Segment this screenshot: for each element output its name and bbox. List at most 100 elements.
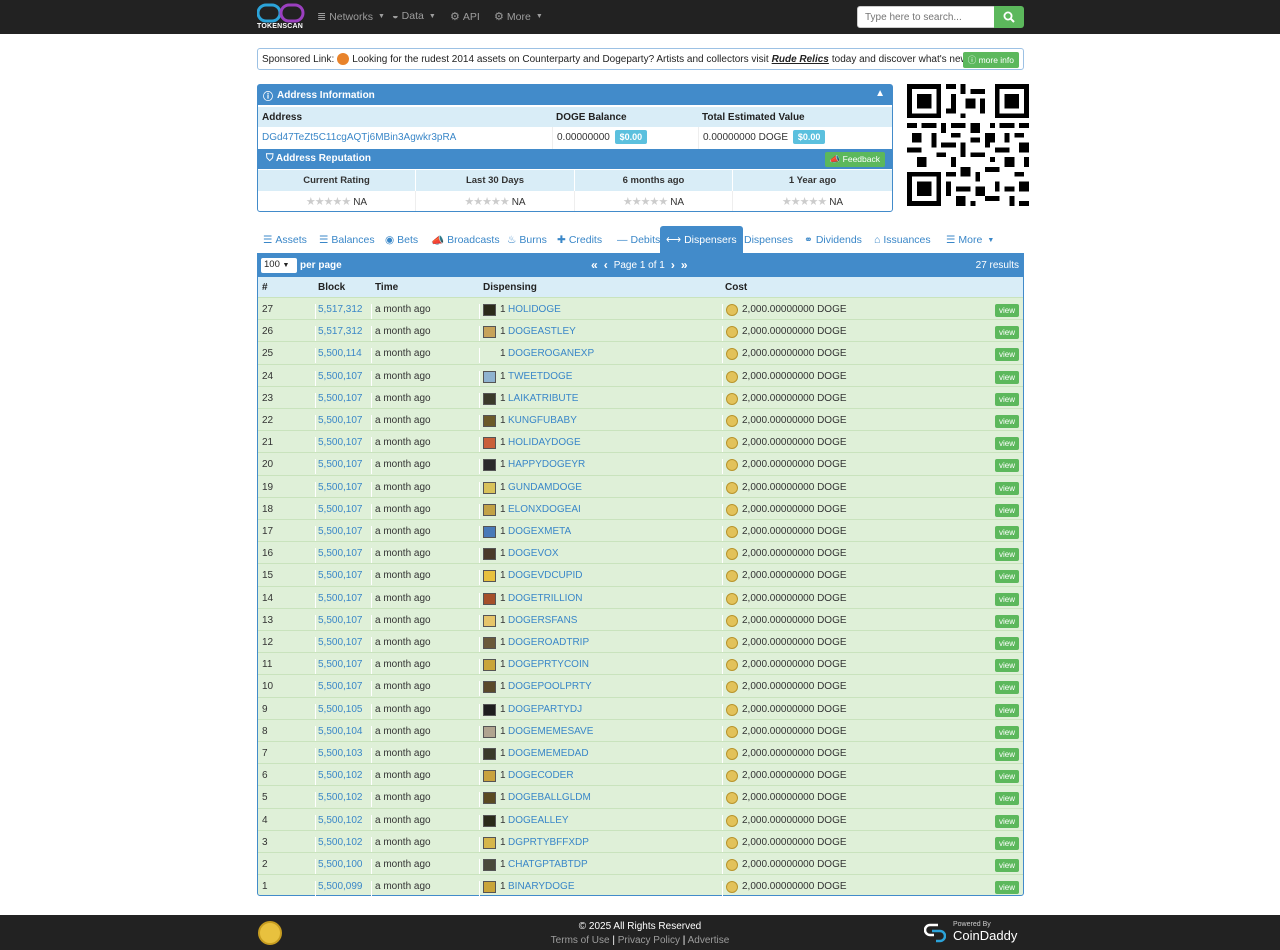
view-button[interactable]: view [994,304,1019,317]
address-link[interactable]: DGd47TeZt5C11cgAQTj6MBin3Agwkr3pRA [262,132,456,143]
block-link[interactable]: 5,500,107 [318,504,363,515]
asset-link[interactable]: DOGERSFANS [508,615,577,626]
asset-link[interactable]: DOGEPRTYCOIN [508,659,589,670]
view-button[interactable]: view [994,859,1019,872]
block-link[interactable]: 5,500,107 [318,615,363,626]
view-button[interactable]: view [994,548,1019,562]
block-link[interactable]: 5,500,107 [318,459,363,470]
chevron-up-icon[interactable]: ▲ [875,88,885,99]
block-link[interactable]: 5,500,107 [318,526,363,537]
feedback-button[interactable]: 📣 Feedback [824,152,885,167]
view-button[interactable]: view [994,814,1019,828]
first-page-icon[interactable]: « [591,258,598,272]
asset-link[interactable]: DOGEMEMESAVE [508,726,593,737]
nav-more[interactable]: ⚙ More ▼ [494,10,543,24]
asset-link[interactable]: TWEETDOGE [508,371,572,382]
block-link[interactable]: 5,500,104 [318,726,363,737]
view-button[interactable]: view [994,703,1019,717]
block-link[interactable]: 5,500,107 [318,437,363,448]
asset-link[interactable]: DOGEASTLEY [508,326,576,337]
view-button[interactable]: view [994,614,1019,628]
asset-link[interactable]: DOGEVOX [508,548,559,559]
block-link[interactable]: 5,500,107 [318,415,363,426]
view-button[interactable]: view [994,836,1019,850]
view-button[interactable]: view [994,459,1019,473]
asset-link[interactable]: GUNDAMDOGE [508,482,582,493]
view-button[interactable]: view [994,481,1019,495]
tab-balances[interactable]: ☰ Balances [313,226,381,254]
last-page-icon[interactable]: » [681,258,688,272]
block-link[interactable]: 5,500,107 [318,482,363,493]
nav-api[interactable]: ⚙ API [450,10,480,24]
prev-page-icon[interactable]: ‹ [604,258,608,272]
tab-bets[interactable]: ◉ Bets [379,226,424,254]
asset-link[interactable]: KUNGFUBABY [508,415,577,426]
asset-link[interactable]: LAIKATRIBUTE [508,393,578,404]
block-link[interactable]: 5,500,107 [318,371,363,382]
next-page-icon[interactable]: › [671,258,675,272]
tab-burns[interactable]: ♨ Burns [501,226,553,254]
tab-credits[interactable]: ✚ Credits [551,226,608,254]
block-link[interactable]: 5,500,102 [318,770,363,781]
view-button[interactable]: view [994,437,1019,451]
asset-link[interactable]: DOGECODER [508,770,574,781]
block-link[interactable]: 5,500,102 [318,837,363,848]
asset-link[interactable]: DOGEXMETA [508,526,571,537]
view-button[interactable]: view [994,326,1019,340]
search-button[interactable] [994,6,1024,28]
block-link[interactable]: 5,500,099 [318,881,363,892]
view-button[interactable]: view [994,725,1019,739]
view-button[interactable]: view [994,592,1019,606]
block-link[interactable]: 5,500,107 [318,681,363,692]
nav-networks[interactable]: ≣ Networks ▼ [317,10,385,24]
view-button[interactable]: view [994,370,1019,384]
view-button[interactable]: view [994,792,1019,806]
more-info-button[interactable]: ⓘ more info [962,52,1019,68]
block-link[interactable]: 5,500,107 [318,570,363,581]
asset-link[interactable]: DOGEMEMEDAD [508,748,589,759]
block-link[interactable]: 5,500,105 [318,704,363,715]
sponsor-link[interactable]: Rude Relics [772,54,829,65]
block-link[interactable]: 5,500,107 [318,637,363,648]
view-button[interactable]: view [994,415,1019,428]
asset-link[interactable]: DOGEPOOLPRTY [508,681,592,692]
asset-link[interactable]: CHATGPTABTDP [508,859,588,870]
block-link[interactable]: 5,500,114 [318,348,362,359]
tab-dividends[interactable]: ⚭ Dividends [798,226,868,254]
view-button[interactable]: view [994,881,1019,895]
tab-assets[interactable]: ☰ Assets [257,226,313,254]
dogeparty-logo-icon[interactable] [258,921,282,945]
search-input[interactable] [857,6,995,28]
block-link[interactable]: 5,500,100 [318,859,363,870]
tab-dispensers[interactable]: ⟷ Dispensers [660,226,743,254]
asset-link[interactable]: DOGEPARTYDJ [508,704,582,715]
view-button[interactable]: view [994,392,1019,406]
tab-dispenses[interactable]: Dispenses [738,226,799,254]
asset-link[interactable]: HAPPYDOGEYR [508,459,585,470]
block-link[interactable]: 5,500,107 [318,548,363,559]
coindaddy-logo-icon[interactable] [924,922,946,944]
view-button[interactable]: view [994,637,1019,650]
asset-link[interactable]: BINARYDOGE [508,881,575,892]
terms-link[interactable]: Terms of Use [551,935,610,946]
coindaddy-brand[interactable]: CoinDaddy [953,928,1017,943]
block-link[interactable]: 5,500,107 [318,393,363,404]
tab-broadcasts[interactable]: 📣 Broadcasts [425,226,506,254]
asset-link[interactable]: DOGETRILLION [508,593,582,604]
view-button[interactable]: view [994,681,1019,695]
asset-link[interactable]: HOLIDAYDOGE [508,437,581,448]
block-link[interactable]: 5,500,103 [318,748,363,759]
block-link[interactable]: 5,517,312 [318,304,363,315]
block-link[interactable]: 5,500,102 [318,792,363,803]
asset-link[interactable]: DOGEROGANEXP [508,348,594,359]
tab-debits[interactable]: — Debits [611,226,666,254]
asset-link[interactable]: DGPRTYBFFXDP [508,837,589,848]
view-button[interactable]: view [994,748,1019,761]
asset-link[interactable]: ELONXDOGEAI [508,504,581,515]
block-link[interactable]: 5,500,107 [318,659,363,670]
advertise-link[interactable]: Advertise [688,935,730,946]
privacy-link[interactable]: Privacy Policy [618,935,680,946]
asset-link[interactable]: DOGEROADTRIP [508,637,589,648]
block-link[interactable]: 5,517,312 [318,326,363,337]
block-link[interactable]: 5,500,102 [318,815,363,826]
